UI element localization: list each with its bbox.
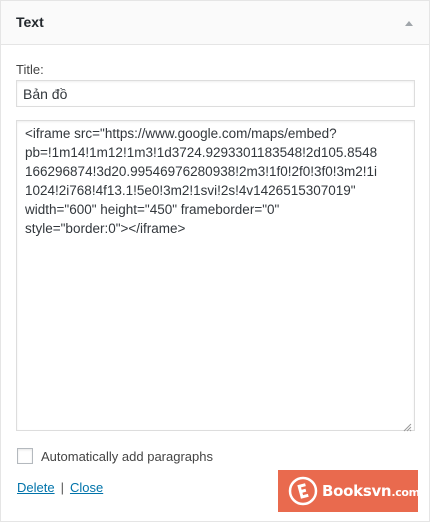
widget-title: Text xyxy=(16,14,44,30)
content-line: width="600" height="450" frameborder="0" xyxy=(25,202,280,217)
auto-paragraphs-label[interactable]: Automatically add paragraphs xyxy=(41,449,213,464)
delete-link[interactable]: Delete xyxy=(17,480,55,495)
content-line: pb=!1m14!1m12!1m3!1d3724.9293301183548!2… xyxy=(25,145,378,160)
resize-grip-icon[interactable] xyxy=(402,418,412,432)
watermark-suffix: .com xyxy=(391,486,420,499)
content-line: 1024!2i768!4f13.1!5e0!3m2!1svi!2s!4v1426… xyxy=(25,183,356,198)
content-textarea[interactable]: <iframe src="https://www.google.com/maps… xyxy=(16,120,415,432)
booksvn-logo-icon xyxy=(288,476,318,506)
text-widget: Text Title: <iframe src="https://www.goo… xyxy=(0,0,430,522)
widget-controls: Delete | Close xyxy=(17,480,103,495)
auto-paragraphs-checkbox[interactable] xyxy=(17,448,33,464)
watermark-text: Booksvn.com xyxy=(322,482,420,500)
content-line: 166296874!3d20.99546976280938!2m3!1f0!2f… xyxy=(25,164,378,179)
close-link[interactable]: Close xyxy=(70,480,103,495)
watermark-brand: Booksvn xyxy=(322,482,392,500)
toggle-widget-button[interactable] xyxy=(397,11,421,35)
widget-header[interactable]: Text xyxy=(1,1,429,45)
controls-separator: | xyxy=(60,480,64,495)
title-field-label: Title: xyxy=(16,62,44,77)
content-line: <iframe src="https://www.google.com/maps… xyxy=(25,126,337,141)
booksvn-watermark: Booksvn.com xyxy=(278,470,420,512)
content-text: <iframe src="https://www.google.com/maps… xyxy=(25,124,406,238)
content-line: style="border:0"></iframe> xyxy=(25,221,186,236)
arrow-up-icon xyxy=(405,21,413,26)
title-input[interactable] xyxy=(16,80,415,107)
